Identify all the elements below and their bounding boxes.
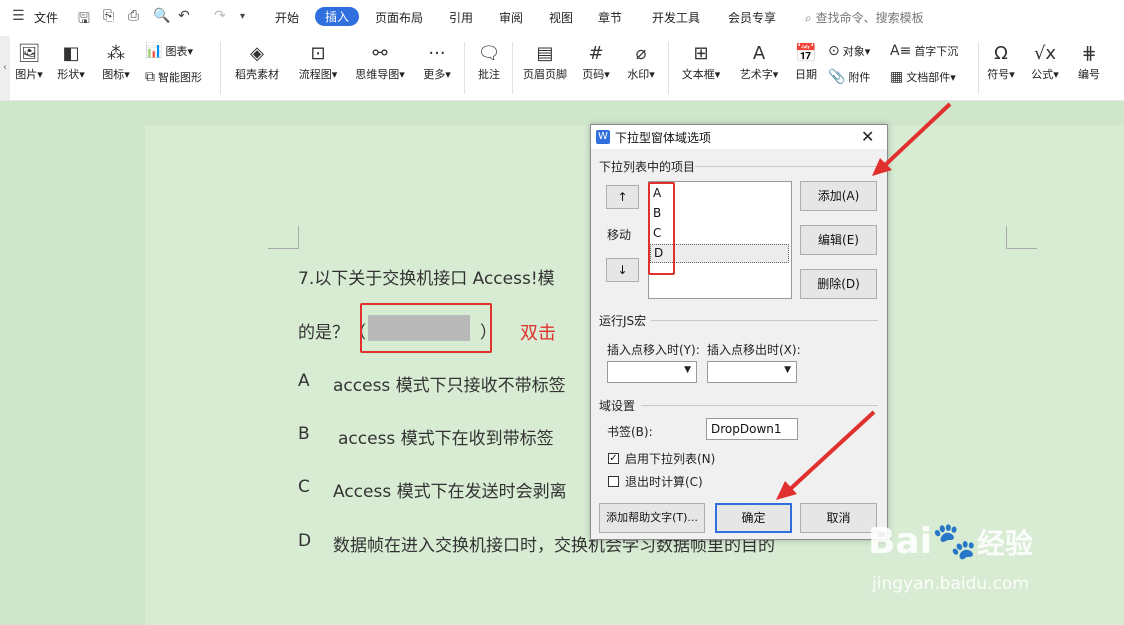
arrow-to-add-button xyxy=(872,102,952,176)
arrow-to-ok-button xyxy=(776,410,876,500)
watermark-logo: Bai🐾经验 xyxy=(868,521,1033,562)
paw-icon: 🐾 xyxy=(932,521,977,562)
watermark-url: jingyan.baidu.com xyxy=(872,574,1029,594)
